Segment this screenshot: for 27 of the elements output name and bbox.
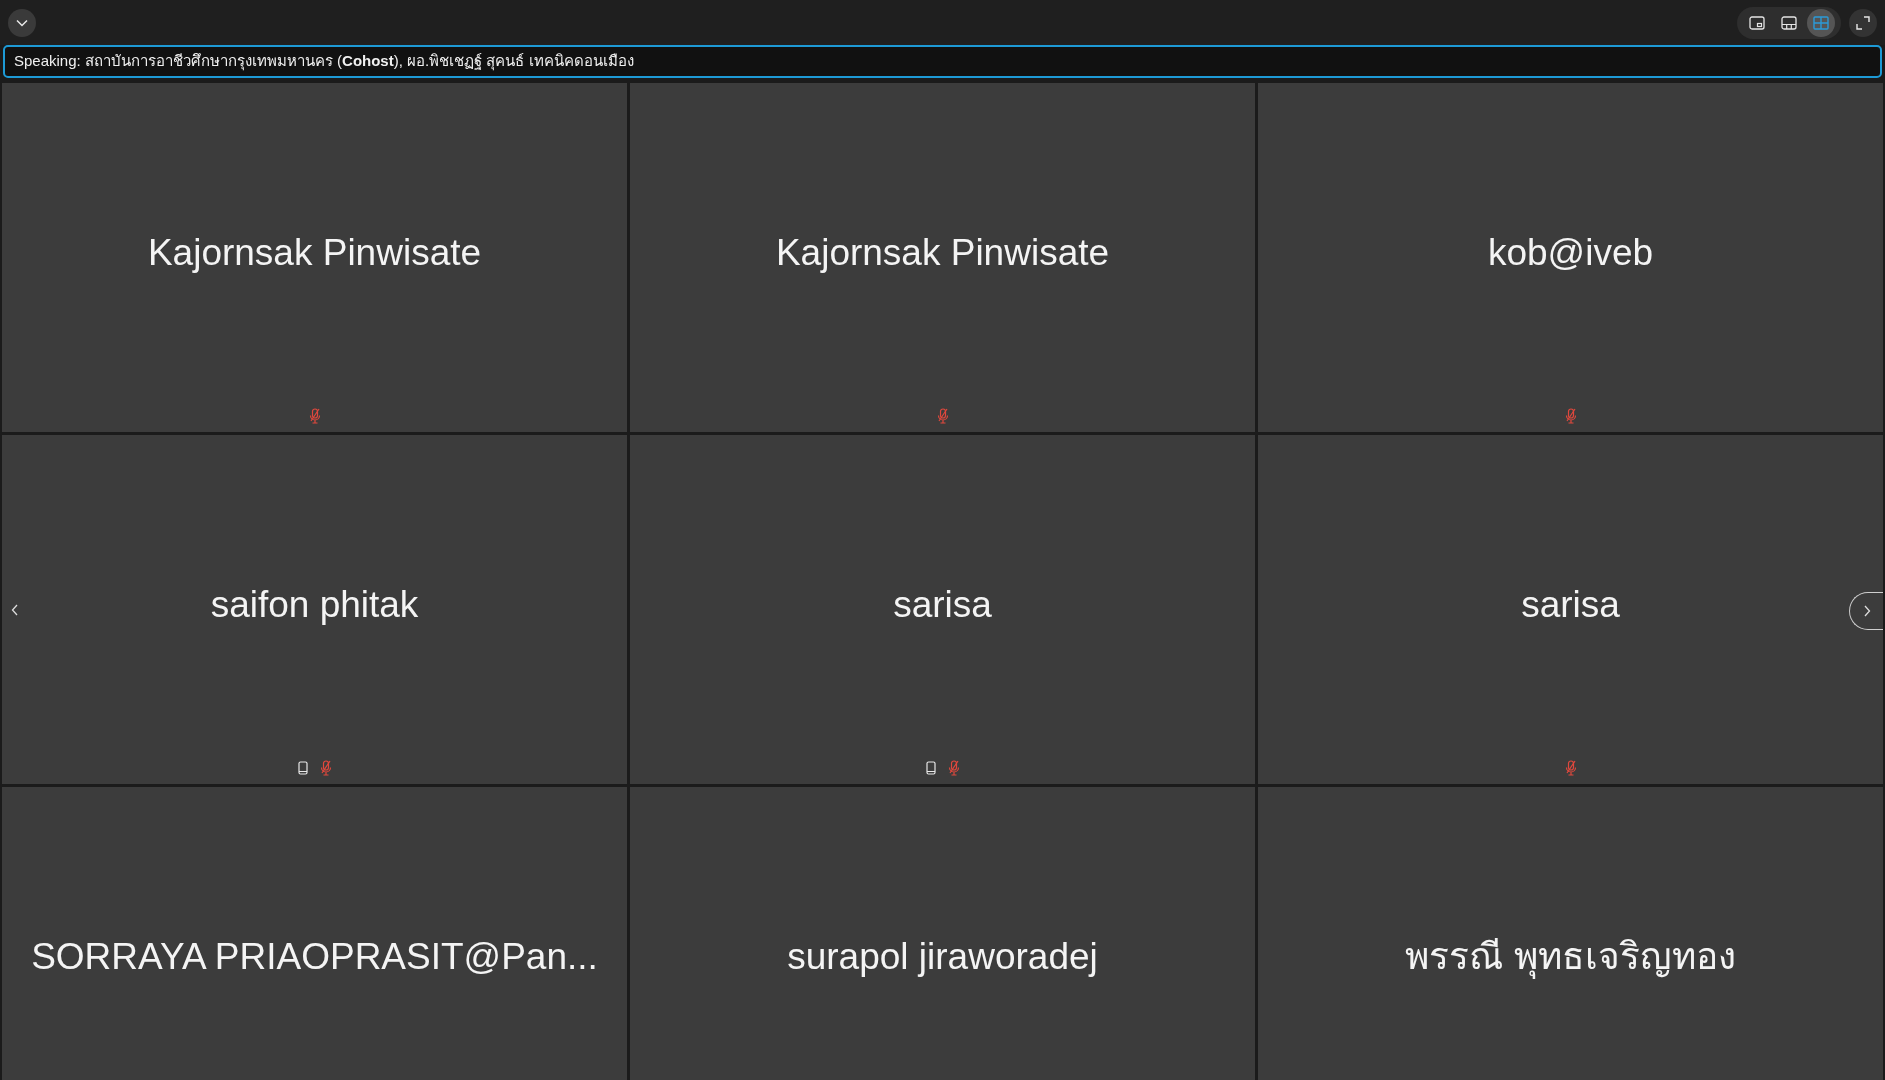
participant-name: SORRAYA PRIAOPRASIT@Pan... [31,934,598,979]
participant-name: sarisa [893,582,992,627]
muted-microphone-icon [936,408,949,424]
muted-microphone-icon [1564,760,1577,776]
filmstrip-icon [1781,15,1797,30]
muted-microphone-icon [947,760,960,776]
picture-in-picture-icon [1749,15,1765,30]
phone-icon [925,761,936,775]
fullscreen-button[interactable] [1849,8,1877,37]
muted-microphone-icon [1564,408,1577,424]
chevron-left-icon [11,604,19,616]
chevron-right-icon [1862,605,1871,617]
phone-icon [297,761,308,775]
participant-name: surapol jiraworadej [787,934,1098,979]
fullscreen-icon [1856,15,1870,30]
participant-name: พรรณี พุทธเจริญทอง [1405,934,1736,981]
participant-name: kob@iveb [1487,230,1654,275]
collapse-button[interactable] [8,8,36,37]
participant-name: sarisa [1521,582,1620,627]
grid-icon [1813,15,1829,30]
participant-name: saifon phitak [210,582,419,627]
participant-name: Kajornsak Pinwisate [147,230,482,275]
chevron-down-icon [16,18,28,27]
muted-microphone-icon [319,760,332,776]
muted-microphone-icon [308,408,321,424]
participant-name: Kajornsak Pinwisate [775,230,1110,275]
speaking-text: Speaking: สถาบันการอาชีวศึกษากรุงเทพมหานคร (Cohost), ผอ.พิชเชฏฐ์ สุคนธ์ เทคนิคดอนเมือง [14,51,634,73]
